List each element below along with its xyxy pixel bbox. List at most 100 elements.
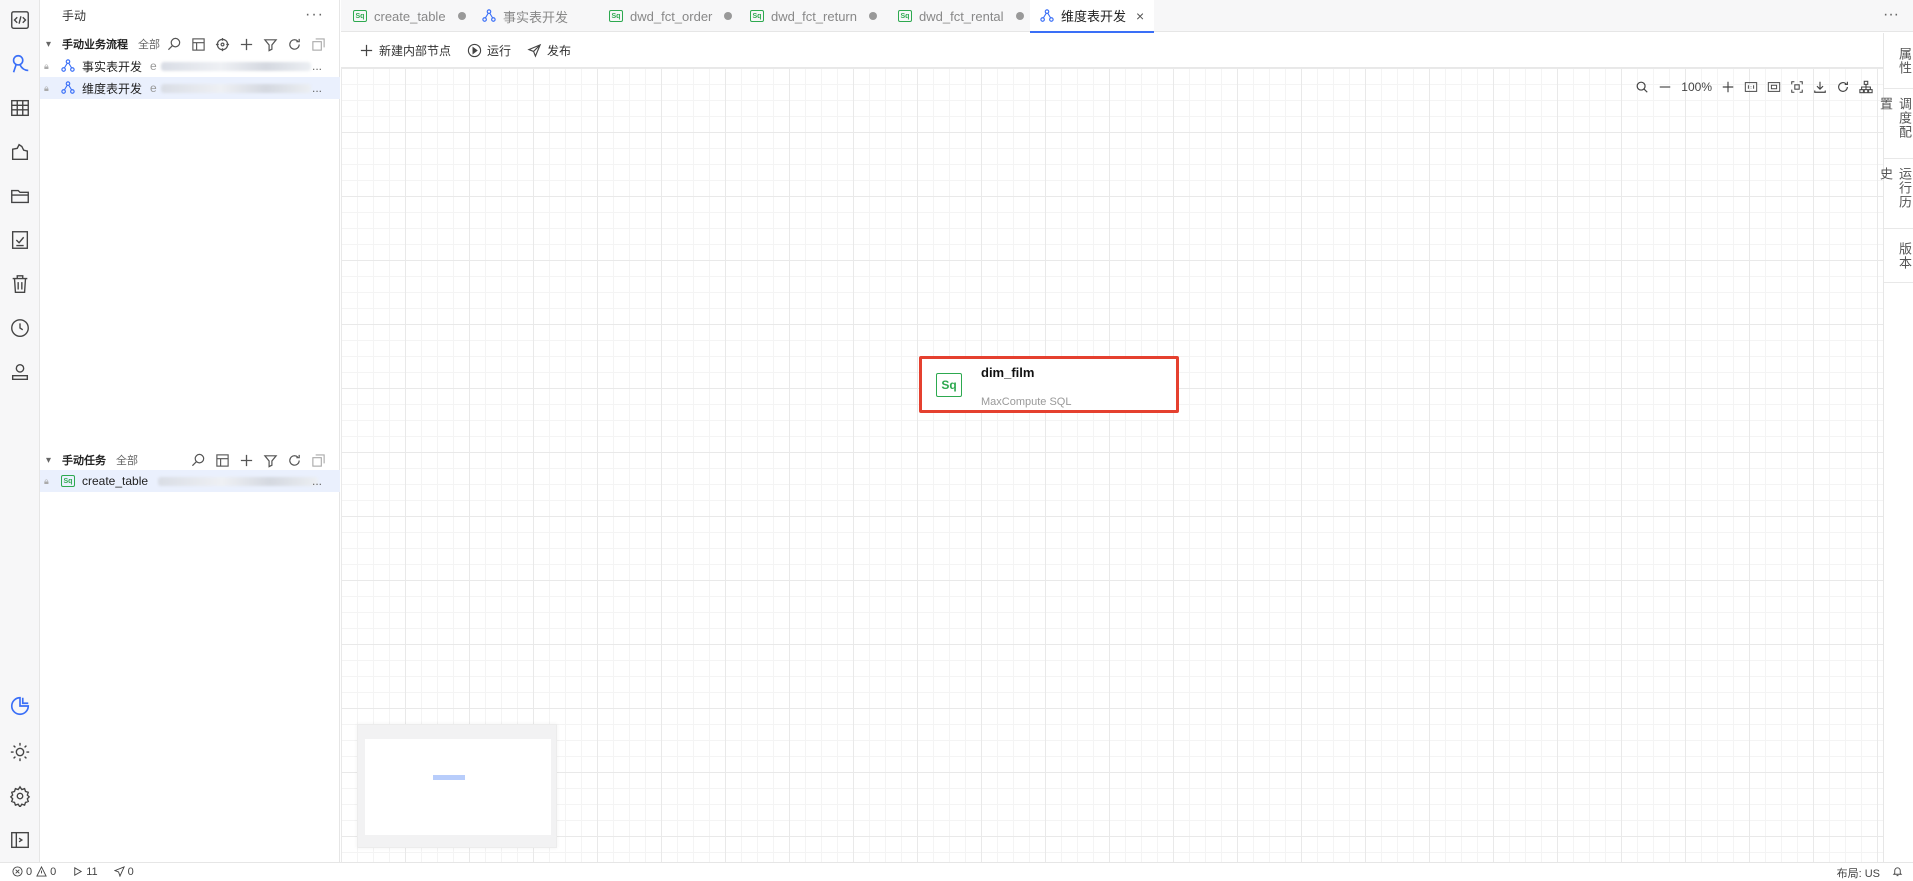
auto-layout-icon[interactable] [1859, 80, 1873, 94]
notification-bell-icon[interactable] [1892, 866, 1903, 880]
checklist-icon[interactable] [0, 222, 40, 258]
tab-label: create_table [374, 8, 446, 24]
task-group-header[interactable]: ▾ 手动任务 全部 [40, 448, 340, 472]
send-icon [527, 43, 542, 58]
list-item-owner: e [150, 81, 157, 95]
add-icon[interactable] [238, 36, 254, 52]
tab-label: dwd_fct_return [771, 8, 857, 24]
folder-icon[interactable] [0, 178, 40, 214]
list-item[interactable]: 🔒︎ Sq create_table ... [40, 470, 340, 492]
list-item[interactable]: 🔒︎ 事实表开发 e ... [40, 55, 340, 77]
theme-sun-icon[interactable] [0, 734, 40, 770]
minimap-node [433, 775, 465, 780]
add-icon [360, 44, 373, 56]
tab-fact-dev[interactable]: 事实表开发 [482, 0, 568, 32]
tab-versions[interactable]: 版本 [1884, 229, 1913, 283]
workflow-icon [482, 9, 496, 23]
tab-label: 维度表开发 [1061, 9, 1127, 24]
download-icon[interactable] [1813, 80, 1827, 94]
user-stamp-icon[interactable] [0, 354, 40, 390]
publish-button[interactable]: 发布 [527, 42, 571, 59]
refresh-icon[interactable] [1836, 80, 1850, 94]
send-icon [113, 866, 125, 877]
fullscreen-icon[interactable] [1790, 80, 1804, 94]
flow-group-title: 手动业务流程 [62, 39, 128, 51]
activity-bar [0, 0, 40, 862]
error-count[interactable]: 0 0 [12, 866, 56, 878]
sidebar: 手动 ··· ▾ 手动业务流程 全部 🔒︎ 事实表开发 e ... 🔒︎ 维度表… [40, 0, 340, 862]
run-button[interactable]: 运行 [467, 42, 511, 59]
tab-dwd-fct-return[interactable]: Sq dwd_fct_return [750, 0, 877, 32]
list-item-ellipsis: ... [311, 59, 322, 73]
refresh-icon[interactable] [286, 452, 302, 468]
node-title: dim_film [981, 365, 1035, 380]
refresh-icon[interactable] [286, 36, 302, 52]
tab-label: 事实表开发 [503, 9, 569, 25]
play-icon [467, 43, 482, 57]
run-count[interactable]: 11 [72, 866, 98, 878]
zoom-in-icon[interactable] [1721, 80, 1735, 94]
workflow-canvas[interactable]: 100% Sq dim_film MaxCompute SQL [341, 68, 1883, 862]
flow-group-filter-all[interactable]: 全部 [138, 36, 160, 52]
locate-icon[interactable] [214, 36, 230, 52]
search-icon[interactable] [190, 452, 206, 468]
search-icon[interactable] [1635, 80, 1649, 94]
code-icon[interactable] [0, 2, 40, 38]
collapse-all-icon[interactable] [310, 452, 326, 468]
layout-indicator[interactable]: 布局: US [1837, 865, 1880, 881]
new-internal-node-button[interactable]: 新建内部节点 [359, 42, 451, 59]
sidebar-toggle-icon[interactable] [0, 822, 40, 858]
trash-icon[interactable] [0, 266, 40, 302]
settings-gear-icon[interactable] [0, 778, 40, 814]
tab-schedule-config[interactable]: 调度配置 [1878, 89, 1913, 159]
unsaved-dot-icon [457, 12, 466, 20]
table-view-icon[interactable] [214, 452, 230, 468]
filter-icon[interactable] [262, 452, 278, 468]
flow-group-header[interactable]: ▾ 手动业务流程 全部 [40, 32, 340, 56]
warning-icon [36, 866, 47, 877]
lock-icon: 🔒︎ [44, 475, 49, 486]
list-item-ellipsis: ... [311, 81, 322, 95]
workflow-node[interactable]: Sq dim_film MaxCompute SQL [919, 356, 1179, 413]
sidebar-more-icon[interactable]: ··· [305, 6, 324, 24]
list-item-owner: e [150, 59, 157, 73]
chevron-down-icon[interactable]: ▾ [46, 39, 60, 50]
status-bar: 0 0 11 0 布局: US [0, 862, 1913, 880]
workflow-nav-icon[interactable] [0, 46, 40, 82]
zoom-out-icon[interactable] [1658, 80, 1672, 94]
chevron-down-icon[interactable]: ▾ [46, 455, 60, 466]
publish-count[interactable]: 0 [113, 866, 134, 878]
collapse-all-icon[interactable] [310, 36, 326, 52]
component-icon[interactable] [0, 134, 40, 170]
tab-dwd-fct-order[interactable]: Sq dwd_fct_order [609, 0, 733, 32]
table-view-icon[interactable] [190, 36, 206, 52]
list-item-label: 维度表开发 [82, 81, 143, 96]
add-icon[interactable] [238, 452, 254, 468]
error-icon [12, 866, 23, 877]
actual-size-icon[interactable] [1744, 80, 1758, 94]
sql-icon: Sq [60, 473, 76, 489]
right-side-panel: 属性 调度配置 运行历史 版本 [1878, 33, 1913, 862]
unsaved-dot-icon [869, 12, 877, 20]
workflow-icon [60, 58, 76, 74]
fit-view-icon[interactable] [1767, 80, 1781, 94]
tabs-more-icon[interactable]: ··· [1883, 6, 1899, 24]
tab-create-table[interactable]: Sq create_table [353, 0, 466, 32]
tab-dimension-dev[interactable]: 维度表开发 × [1030, 0, 1155, 33]
close-icon[interactable]: × [1136, 8, 1144, 24]
redacted-text [160, 61, 311, 71]
canvas-zoom-bar: 100% [1635, 80, 1873, 94]
list-item[interactable]: 🔒︎ 维度表开发 e ... [40, 77, 340, 99]
filter-icon[interactable] [262, 36, 278, 52]
table-icon[interactable] [0, 90, 40, 126]
canvas-minimap[interactable] [357, 724, 557, 848]
tab-dwd-fct-rental[interactable]: Sq dwd_fct_rental [898, 0, 1024, 32]
chart-pie-icon[interactable] [0, 688, 40, 724]
tab-run-history[interactable]: 运行历史 [1878, 159, 1913, 229]
tab-properties[interactable]: 属性 [1884, 33, 1913, 89]
task-group-filter-all[interactable]: 全部 [116, 452, 138, 468]
clock-icon[interactable] [0, 310, 40, 346]
play-icon [74, 867, 83, 876]
lock-icon: 🔒︎ [44, 60, 49, 71]
search-icon[interactable] [166, 36, 182, 52]
